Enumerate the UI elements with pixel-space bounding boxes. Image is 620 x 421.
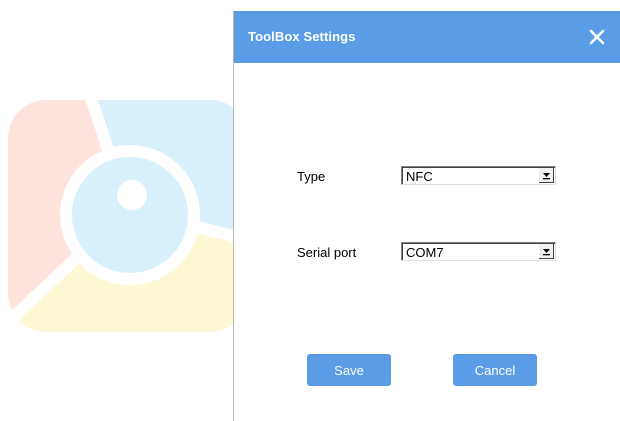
type-label: Type — [297, 169, 326, 184]
type-select-value: NFC — [406, 169, 433, 184]
save-button[interactable]: Save — [307, 354, 391, 386]
type-select-dropdown-button[interactable] — [539, 168, 554, 183]
serial-port-select[interactable]: COM7 — [401, 242, 556, 261]
chevron-down-icon — [543, 173, 550, 180]
serial-port-label: Serial port — [297, 245, 357, 260]
type-select[interactable]: NFC — [401, 166, 556, 185]
camera-lens-logo-icon — [8, 100, 248, 332]
serial-port-select-dropdown-button[interactable] — [539, 244, 554, 259]
screen: ToolBox Settings Type NFC Serial port CO — [0, 0, 620, 421]
dialog-title: ToolBox Settings — [248, 29, 356, 44]
toolbox-settings-dialog: ToolBox Settings Type NFC Serial port CO — [233, 11, 620, 421]
cancel-button[interactable]: Cancel — [453, 354, 537, 386]
chevron-down-icon — [543, 249, 550, 256]
close-icon — [589, 29, 605, 45]
serial-port-select-value: COM7 — [406, 245, 444, 260]
close-button[interactable] — [584, 24, 610, 50]
dialog-titlebar: ToolBox Settings — [234, 11, 620, 63]
